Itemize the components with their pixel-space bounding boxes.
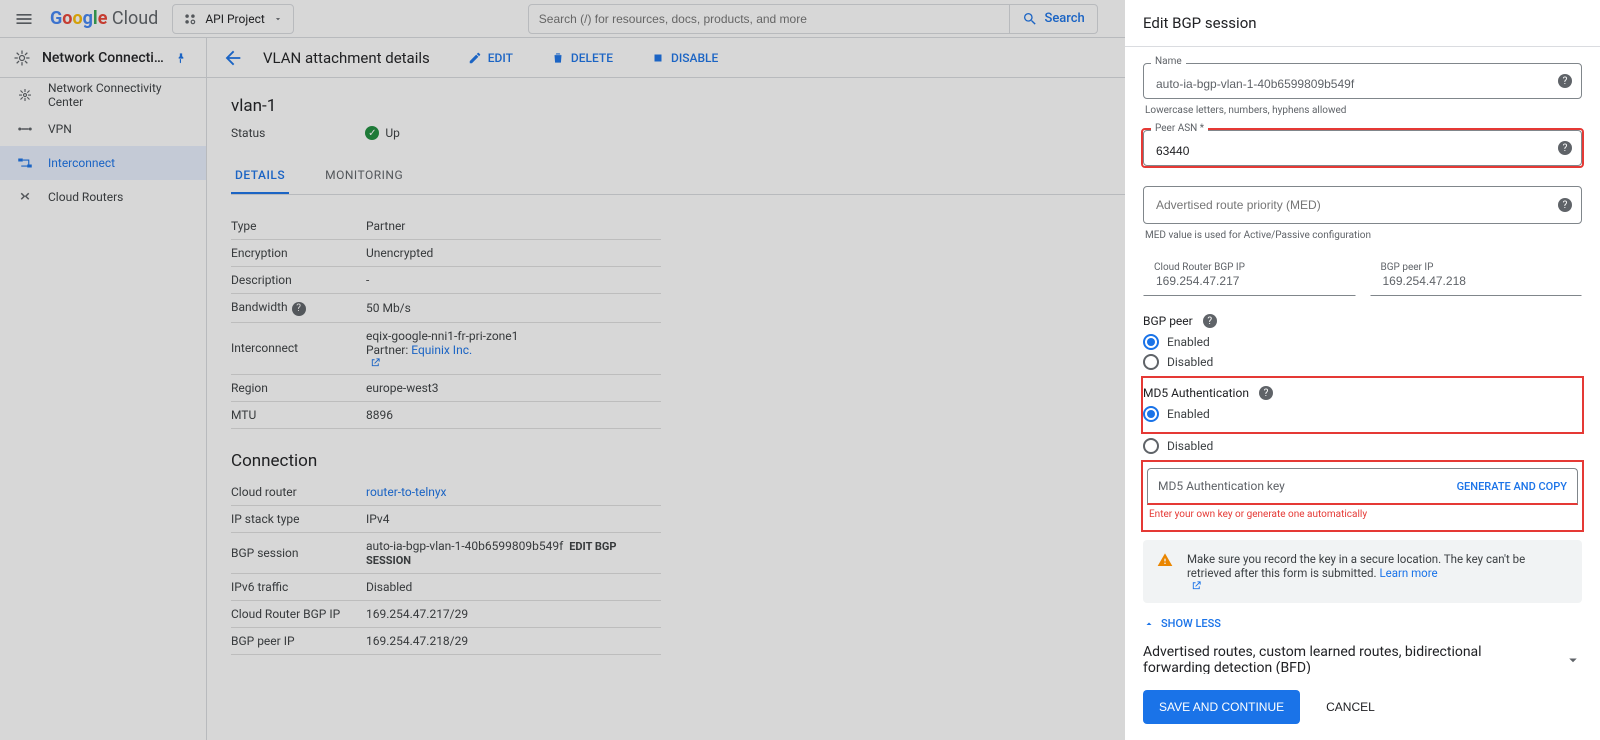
pencil-icon [468,51,482,65]
edit-bgp-session-panel: Edit BGP session Name ? Lowercase letter… [1125,0,1600,740]
product-title: Network Connecti… [42,50,164,66]
delete-button[interactable]: DELETE [551,51,613,65]
status-label: Status [231,126,265,140]
radio-unchecked-icon [1143,354,1159,370]
bgp-peer-ip-input [1381,273,1546,289]
med-input[interactable] [1154,197,1545,213]
tab-monitoring[interactable]: MONITORING [321,158,407,194]
panel-title: Edit BGP session [1125,0,1600,47]
chevron-down-icon [1564,651,1582,669]
radio-unchecked-icon [1143,438,1159,454]
tab-details[interactable]: DETAILS [231,158,289,194]
bgp-peer-ip-field: BGP peer IP [1370,255,1583,296]
nav-interconnect[interactable]: Interconnect [0,146,206,180]
help-icon[interactable]: ? [1558,198,1572,212]
nav-ncc[interactable]: Network Connectivity Center [0,78,206,112]
peer-asn-field: Peer ASN * ? [1143,130,1582,166]
network-connectivity-icon [12,48,32,68]
help-icon[interactable]: ? [1259,386,1273,400]
save-and-continue-button[interactable]: SAVE AND CONTINUE [1143,690,1300,724]
interconnect-icon [16,154,34,172]
show-less-toggle[interactable]: SHOW LESS [1143,617,1582,630]
status-value: ✓ Up [365,126,400,140]
bgp-peer-enabled-radio[interactable]: Enabled [1143,334,1582,350]
md5-auth-group-label: MD5 Authentication ? [1143,386,1582,400]
google-cloud-logo[interactable]: Google Cloud [50,8,158,29]
help-icon[interactable]: ? [292,302,306,316]
trash-icon [551,51,565,65]
help-icon[interactable]: ? [1203,314,1217,328]
hub-icon [16,86,34,104]
advanced-expander[interactable]: Advertised routes, custom learned routes… [1143,640,1582,674]
name-input[interactable] [1154,76,1545,92]
nav-cloud-routers[interactable]: Cloud Routers [0,180,206,214]
bgp-peer-disabled-radio[interactable]: Disabled [1143,354,1582,370]
md5-key-highlight: MD5 Authentication key GENERATE AND COPY… [1141,460,1584,532]
med-field: ? [1143,186,1582,224]
search-button[interactable]: Search [1009,5,1096,33]
partner-link[interactable]: Equinix Inc. [411,343,472,357]
left-nav: Network Connectivity Center VPN Intercon… [0,78,207,740]
hamburger-menu-icon[interactable] [12,7,36,31]
key-warning-box: Make sure you record the key in a secure… [1143,540,1582,603]
radio-checked-icon [1143,334,1159,350]
md5-key-placeholder[interactable]: MD5 Authentication key [1158,479,1285,493]
name-helper: Lowercase letters, numbers, hyphens allo… [1145,105,1582,116]
md5-key-error: Enter your own key or generate one autom… [1149,509,1578,520]
global-search: Search [528,4,1098,34]
cloud-router-bgp-ip-input [1154,273,1319,289]
vpn-icon [16,120,34,138]
search-input[interactable] [529,12,1010,26]
peer-asn-input[interactable] [1154,143,1545,159]
help-icon[interactable]: ? [1558,74,1572,88]
md5-auth-highlight: MD5 Authentication ? Enabled [1141,376,1584,434]
search-icon [1022,11,1038,27]
page-title: VLAN attachment details [263,49,430,67]
disable-button[interactable]: DISABLE [651,51,718,65]
bgp-peer-group-label: BGP peer ? [1143,314,1582,328]
chevron-up-icon [1143,618,1155,630]
warning-icon [1157,552,1173,591]
cloud-router-bgp-ip-field: Cloud Router BGP IP [1143,255,1356,296]
learn-more-link[interactable]: Learn more [1379,566,1437,580]
md5-key-field: MD5 Authentication key GENERATE AND COPY [1147,468,1578,505]
med-helper: MED value is used for Active/Passive con… [1145,230,1582,241]
cloud-router-link[interactable]: router-to-telnyx [366,485,447,499]
help-icon[interactable]: ? [1558,141,1572,155]
pin-icon[interactable] [174,51,188,65]
status-ok-icon: ✓ [365,126,379,140]
md5-enabled-radio[interactable]: Enabled [1143,406,1582,422]
project-name: API Project [205,12,264,26]
connection-table: Cloud routerrouter-to-telnyx IP stack ty… [231,479,661,655]
edit-button[interactable]: EDIT [468,51,513,65]
radio-checked-icon [1143,406,1159,422]
cancel-button[interactable]: CANCEL [1320,699,1381,715]
external-link-icon [370,357,381,368]
details-table: TypePartner EncryptionUnencrypted Descri… [231,213,661,429]
back-button[interactable] [221,46,245,70]
stop-icon [651,51,665,65]
md5-disabled-radio[interactable]: Disabled [1143,438,1582,454]
external-link-icon [1191,580,1202,591]
nav-vpn[interactable]: VPN [0,112,206,146]
project-selector[interactable]: API Project [172,4,293,34]
generate-and-copy-button[interactable]: GENERATE AND COPY [1457,480,1567,493]
caret-down-icon [273,14,283,24]
name-field: Name ? [1143,63,1582,99]
router-icon [16,188,34,206]
